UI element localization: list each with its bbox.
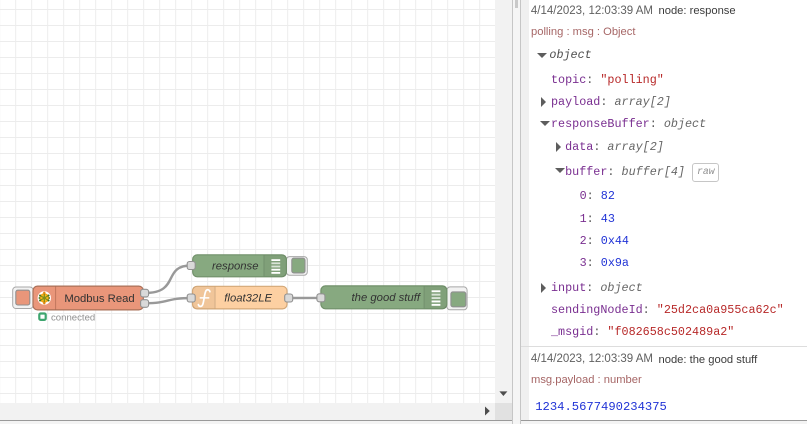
- svg-text:Modbus Read: Modbus Read: [64, 293, 134, 305]
- svg-text:connected: connected: [51, 312, 95, 323]
- svg-text:float32LE: float32LE: [224, 292, 272, 304]
- svg-text:response: response: [212, 260, 258, 272]
- svg-text:the good stuff: the good stuff: [352, 292, 422, 304]
